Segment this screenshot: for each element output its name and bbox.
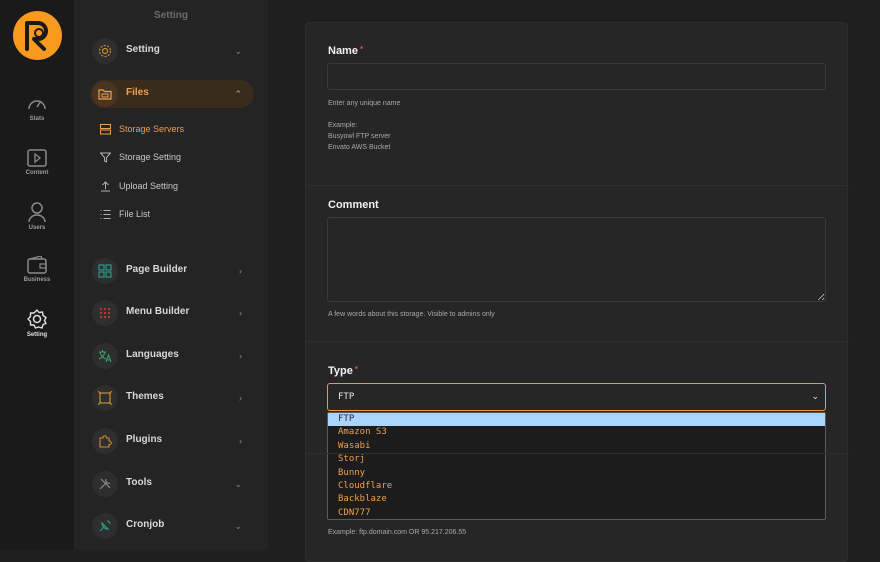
app-logo[interactable] — [13, 11, 62, 60]
sidebar-sub-label: Storage Setting — [119, 152, 182, 162]
sidebar-heading: Setting — [154, 10, 188, 21]
type-option-ftp[interactable]: FTP — [328, 413, 825, 427]
host-help: Example: ftp.domain.com OR 95.217.206.55 — [328, 529, 467, 536]
comment-help: A few words about this storage. Visible … — [328, 311, 495, 318]
rail-item-users[interactable]: Users — [0, 202, 74, 231]
sidebar-group-files[interactable]: Files ⌃ — [90, 80, 254, 108]
tools-icon — [92, 471, 118, 497]
gear-icon — [27, 309, 47, 329]
settings-sidebar: Setting Setting ⌄ Files ⌃ Storage Server… — [74, 0, 268, 550]
sidebar-sub-file-list[interactable]: File List — [100, 207, 250, 223]
server-icon — [100, 124, 111, 135]
sidebar-group-label: Page Builder — [126, 264, 188, 275]
dish-icon — [92, 513, 118, 539]
type-label: Type * — [328, 365, 358, 377]
rail-item-label: Users — [28, 225, 46, 231]
chevron-down-icon: ⌄ — [234, 479, 242, 489]
folder-icon — [92, 81, 118, 107]
sidebar-group-tools[interactable]: Tools ⌄ — [90, 470, 254, 498]
type-select[interactable]: FTP ⌄ — [327, 383, 826, 411]
section-divider — [306, 341, 849, 342]
rail-item-label: Stats — [29, 116, 45, 122]
chevron-right-icon: › — [239, 351, 242, 361]
sidebar-group-themes[interactable]: Themes › — [90, 384, 254, 412]
upload-icon — [101, 181, 110, 192]
comment-textarea[interactable] — [327, 217, 826, 302]
type-option-amazon-s3[interactable]: Amazon S3 — [328, 426, 825, 439]
sidebar-group-cronjob[interactable]: Cronjob ⌄ — [90, 512, 254, 540]
rail-item-content[interactable]: Content — [0, 149, 74, 176]
play-square-icon — [27, 149, 47, 167]
sidebar-sub-storage-servers[interactable]: Storage Servers — [100, 122, 250, 138]
sidebar-group-languages[interactable]: Languages › — [90, 342, 254, 370]
chevron-up-icon: ⌃ — [234, 89, 242, 99]
sidebar-sub-upload-setting[interactable]: Upload Setting — [100, 179, 250, 195]
sidebar-sub-label: Storage Servers — [119, 124, 185, 134]
storage-form-panel: Name * Enter any unique name Example: Bus… — [305, 22, 849, 562]
name-example-2: Envato AWS Bucket — [328, 144, 391, 151]
rail-item-label: Setting — [26, 332, 48, 338]
sidebar-sub-label: File List — [119, 209, 151, 219]
chevron-right-icon: › — [239, 436, 242, 446]
type-option-wasabi[interactable]: Wasabi — [328, 440, 825, 453]
sidebar-group-plugins[interactable]: Plugins › — [90, 427, 254, 455]
chevron-right-icon: › — [239, 393, 242, 403]
sidebar-group-label: Files — [126, 87, 149, 98]
chevron-down-icon: ⌄ — [234, 46, 242, 56]
sidebar-group-label: Menu Builder — [126, 306, 190, 317]
chevron-down-icon: ⌄ — [811, 391, 819, 401]
sidebar-group-setting[interactable]: Setting ⌄ — [90, 37, 254, 65]
chevron-right-icon: › — [239, 308, 242, 318]
type-option-storj[interactable]: Storj — [328, 453, 825, 466]
type-option-cdn777[interactable]: CDN777 — [328, 507, 825, 520]
sidebar-sub-label: Upload Setting — [119, 181, 179, 191]
type-option-backblaze[interactable]: Backblaze — [328, 493, 825, 506]
rail-item-business[interactable]: Business — [0, 256, 74, 283]
sidebar-group-menu-builder[interactable]: Menu Builder › — [90, 299, 254, 327]
name-example-title: Example: — [328, 122, 358, 129]
rail-item-stats[interactable]: Stats — [0, 95, 74, 122]
user-icon — [28, 202, 46, 222]
gauge-icon — [28, 100, 46, 110]
icon-rail: Stats Content Users Business Setting — [0, 0, 74, 550]
section-divider — [306, 185, 849, 186]
section-divider — [306, 453, 849, 454]
required-marker: * — [354, 365, 358, 374]
sidebar-group-label: Tools — [126, 477, 152, 488]
rail-item-setting[interactable]: Setting — [0, 309, 74, 338]
frame-icon — [92, 385, 118, 411]
chevron-down-icon: ⌄ — [234, 521, 242, 531]
sidebar-group-label: Setting — [126, 44, 160, 55]
sidebar-group-label: Languages — [126, 349, 179, 360]
translate-icon — [92, 343, 118, 369]
wallet-icon — [27, 256, 47, 274]
grid-icon — [92, 258, 118, 284]
sidebar-group-label: Plugins — [126, 434, 163, 445]
filter-icon — [100, 152, 111, 163]
comment-label: Comment — [328, 199, 379, 211]
type-option-cloudflare[interactable]: Cloudflare — [328, 480, 825, 493]
type-select-value: FTP — [338, 392, 355, 402]
list-icon — [100, 210, 111, 219]
required-marker: * — [359, 45, 364, 54]
rail-item-label: Business — [23, 277, 51, 283]
name-label: Name * — [328, 45, 364, 57]
type-dropdown-list: FTP Amazon S3 Wasabi Storj Bunny Cloudfl… — [327, 412, 826, 520]
sidebar-group-label: Cronjob — [126, 519, 165, 530]
dots-grid-icon — [92, 300, 118, 326]
sidebar-sub-storage-setting[interactable]: Storage Setting — [100, 150, 250, 166]
rail-item-label: Content — [25, 170, 49, 176]
sidebar-group-page-builder[interactable]: Page Builder › — [90, 257, 254, 285]
name-help: Enter any unique name — [328, 100, 401, 107]
sidebar-group-label: Themes — [126, 391, 164, 402]
name-example-1: Busyowl FTP server — [328, 133, 391, 140]
type-option-bunny[interactable]: Bunny — [328, 467, 825, 480]
puzzle-icon — [92, 428, 118, 454]
chevron-right-icon: › — [239, 266, 242, 276]
main-content: Name * Enter any unique name Example: Bus… — [268, 0, 880, 562]
gear-icon — [92, 38, 118, 64]
name-input[interactable] — [327, 63, 826, 90]
